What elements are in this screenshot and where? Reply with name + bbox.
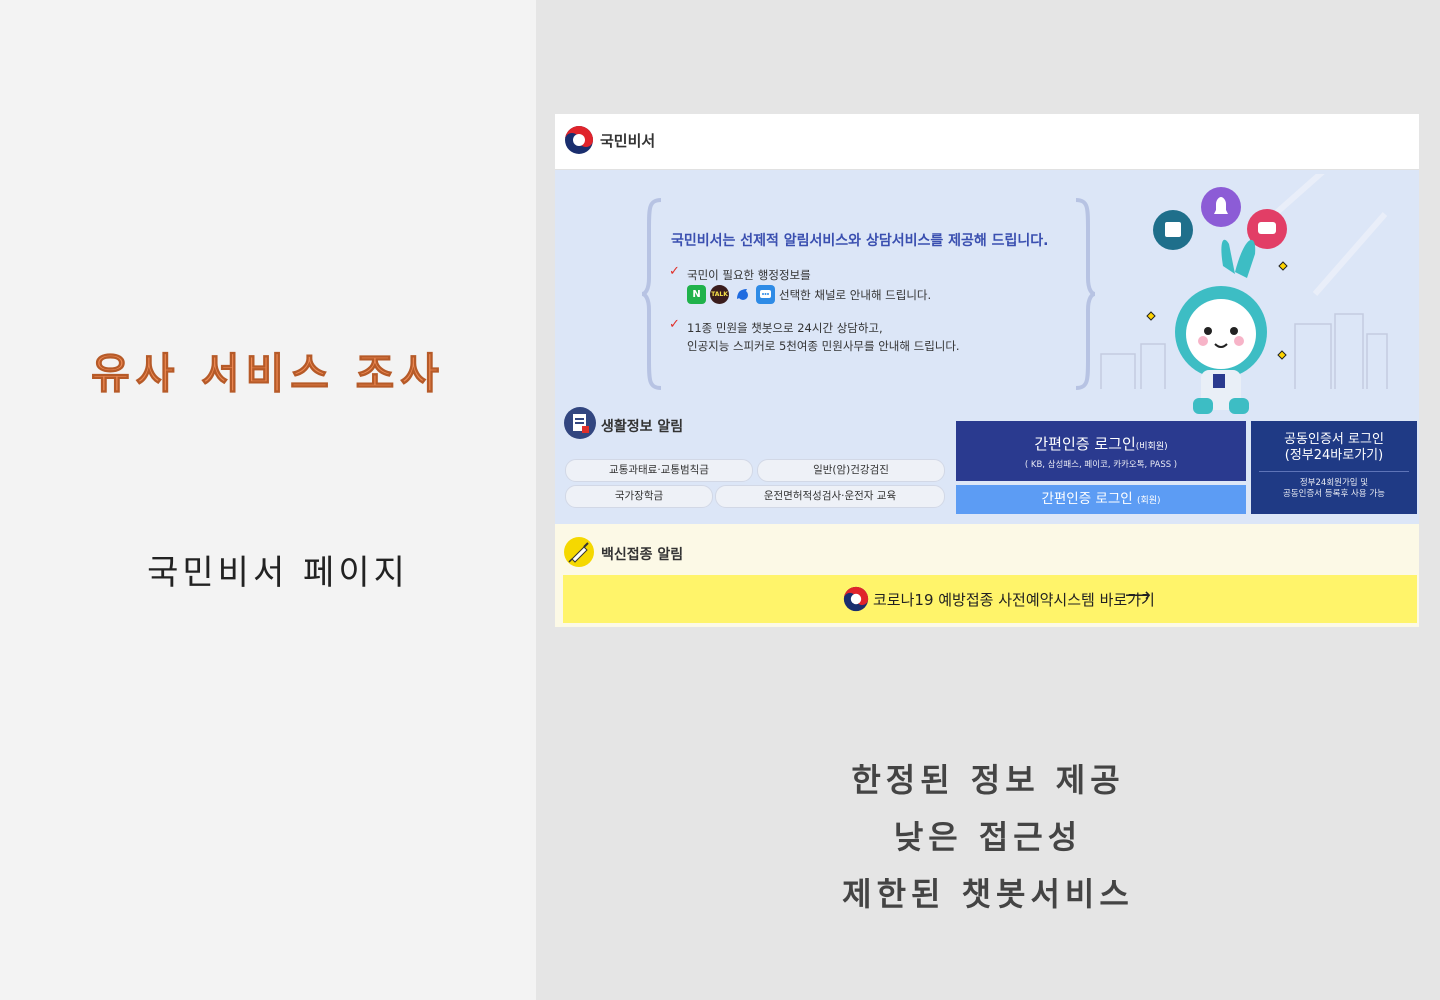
- life-info-title: 생활정보 알림: [601, 419, 684, 435]
- intro-point1-line1: 국민이 필요한 행정정보를: [687, 268, 811, 282]
- right-brace-icon: [1075, 198, 1096, 390]
- covid-vaccine-booking-button[interactable]: 코로나19 예방접종 사전예약시스템 바로가기 ⟶: [563, 575, 1417, 623]
- intro-point2-line1: 11종 민원을 챗봇으로 24시간 상담하고,: [687, 321, 883, 335]
- simple-auth-label: 간편인증 로그인: [1034, 435, 1136, 453]
- simple-auth-tag: (비회원): [1135, 442, 1168, 452]
- intro-point1-line2: 선택한 채널로 안내해 드립니다.: [779, 288, 932, 302]
- member-auth-tag: (회원): [1136, 496, 1161, 506]
- cert-note-line2: 공동인증서 등록후 사용 가능: [1283, 489, 1385, 499]
- syringe-icon: [564, 537, 594, 567]
- check-icon: ✓: [669, 317, 680, 332]
- arrow-right-icon: ⟶: [1125, 585, 1151, 606]
- slide-subtitle: 국민비서 페이지: [147, 553, 409, 593]
- cert-login-sublabel: (정부24바로가기): [1284, 448, 1384, 463]
- life-item-health-checkup[interactable]: 일반(암)건강검진: [757, 459, 945, 482]
- life-item-scholarship[interactable]: 국가장학금: [565, 485, 713, 508]
- vaccine-title: 백신접종 알림: [601, 547, 684, 563]
- slide-title: 유사 서비스 조사: [91, 349, 445, 399]
- government-emblem-icon: [843, 586, 869, 612]
- site-header: 국민비서: [555, 114, 1419, 170]
- sms-channel-icon: [756, 285, 775, 304]
- life-info-icon: [564, 407, 596, 439]
- simple-auth-providers: ( KB, 삼성패스, 페이코, 카카오톡, PASS ): [1024, 460, 1178, 470]
- government-emblem-icon: [565, 126, 593, 154]
- left-brace-icon: [641, 198, 662, 390]
- cert-note-line1: 정부24회원가입 및: [1299, 478, 1369, 488]
- kakaotalk-channel-icon: TALK: [710, 285, 729, 304]
- note-item: 낮은 접근성: [893, 818, 1083, 856]
- mascot-illustration: [1100, 174, 1388, 414]
- member-auth-label: 간편인증 로그인: [1041, 491, 1133, 507]
- life-item-driver-license[interactable]: 운전면허적성검사·운전자 교육: [715, 485, 945, 508]
- cert-divider: [1259, 471, 1409, 472]
- notes-list: 한정된 정보 제공 낮은 접근성 제한된 챗봇서비스: [536, 755, 1440, 926]
- reference-screenshot: 국민비서 국민비서는 선제적 알림서비스와 상담서비스를 제공해 드립니다. ✓…: [555, 114, 1419, 627]
- life-item-traffic-fine[interactable]: 교통과태료·교통범칙금: [565, 459, 753, 482]
- intro-point2-line2: 인공지능 스피커로 5천여종 민원사무를 안내해 드립니다.: [687, 339, 960, 353]
- simple-auth-login-nonmember-button[interactable]: 간편인증 로그인(비회원) ( KB, 삼성패스, 페이코, 카카오톡, PAS…: [956, 421, 1246, 481]
- simple-auth-login-member-button[interactable]: 간편인증 로그인 (회원): [956, 485, 1246, 514]
- intro-title: 국민비서는 선제적 알림서비스와 상담서비스를 제공해 드립니다.: [671, 233, 1049, 249]
- brand-name[interactable]: 국민비서: [600, 130, 655, 151]
- check-icon: ✓: [669, 264, 680, 279]
- messenger-channel-icon: [733, 285, 752, 304]
- vaccine-button-label: 코로나19 예방접종 사전예약시스템 바로가기: [873, 591, 1155, 609]
- naver-channel-icon: N: [687, 285, 706, 304]
- cert-login-label: 공동인증서 로그인: [1284, 432, 1384, 447]
- certificate-login-button[interactable]: 공동인증서 로그인 (정부24바로가기) 정부24회원가입 및 공동인증서 등록후 …: [1251, 421, 1417, 514]
- note-item: 제한된 챗봇서비스: [842, 875, 1134, 913]
- note-item: 한정된 정보 제공: [851, 761, 1125, 799]
- left-panel: 유사 서비스 조사 국민비서 페이지: [0, 0, 536, 1000]
